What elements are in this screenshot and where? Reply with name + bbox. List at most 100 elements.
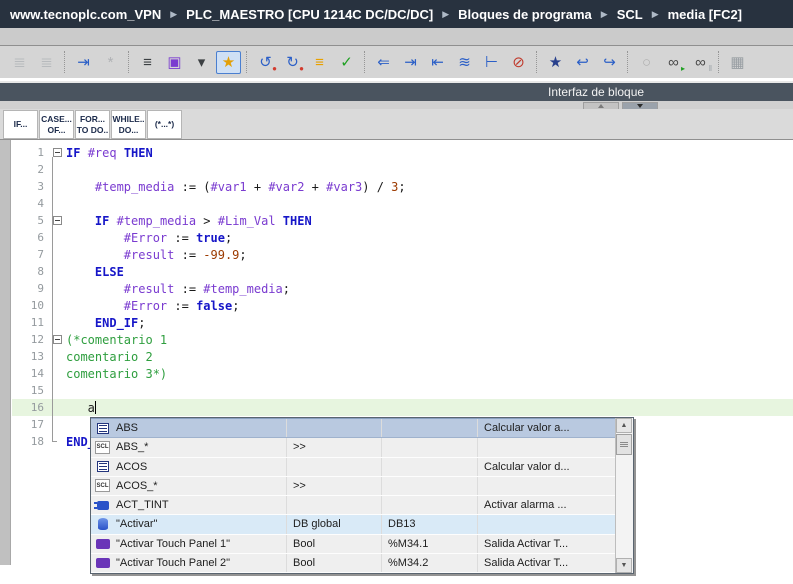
tia-portal-scl-editor-window: www.tecnoplc.com_VPN ▶ PLC_MAESTRO [CPU 12… bbox=[0, 0, 793, 584]
sort-blocks-icon[interactable]: ≡ bbox=[307, 51, 332, 74]
collapse-indent-icon[interactable]: ⇐ bbox=[371, 51, 396, 74]
network-list-icon[interactable]: ≡ bbox=[135, 51, 160, 74]
line-number: 12 bbox=[30, 333, 44, 346]
toolbar-separator bbox=[718, 51, 720, 73]
outdent-icon[interactable]: ⇤ bbox=[425, 51, 450, 74]
block-interface-bar[interactable]: Interfaz de bloque bbox=[0, 81, 793, 101]
ac-entry-comment bbox=[478, 438, 615, 456]
ac-entry-type: Bool bbox=[287, 534, 382, 553]
code-line[interactable]: 2 bbox=[12, 161, 793, 178]
autocomplete-scrollbar[interactable]: ▲ ▼ bbox=[615, 418, 633, 573]
show-marks-icon[interactable]: ⊢ bbox=[479, 51, 504, 74]
autocomplete-row[interactable]: ACT_TINT Activar alarma ... bbox=[91, 496, 615, 516]
autocomplete-row[interactable]: SCL ACOS_* >> bbox=[91, 476, 615, 496]
autocomplete-row[interactable]: "Activar Touch Panel 2" Bool %M34.2 Salida … bbox=[91, 553, 615, 573]
code-line[interactable]: 12 (*comentario 1 bbox=[12, 331, 793, 348]
insert-comment-icon[interactable]: ▾ bbox=[189, 51, 214, 74]
fold-guide-line bbox=[52, 157, 53, 441]
autocomplete-row[interactable]: ACOS Calcular valor d... bbox=[91, 457, 615, 477]
fold-toggle-icon[interactable] bbox=[52, 335, 62, 344]
code-line[interactable]: 15 bbox=[12, 382, 793, 399]
code-line[interactable]: 8 ELSE bbox=[12, 263, 793, 280]
ac-entry-type: >> bbox=[287, 476, 382, 495]
line-number: 3 bbox=[37, 180, 44, 193]
code-line[interactable]: 10 #Error := false; bbox=[12, 297, 793, 314]
ac-entry-type: DB global bbox=[287, 515, 382, 534]
download-to-device-icon[interactable]: ⇥ bbox=[71, 51, 96, 74]
code-line[interactable]: 5 IF #temp_media > #Lim_Val THEN bbox=[12, 212, 793, 229]
autocomplete-popup: ABS Calcular valor a... SCL ABS_* >> ACOS Calc… bbox=[90, 417, 634, 574]
code-line[interactable]: 9 #result := #temp_media; bbox=[12, 280, 793, 297]
autocomplete-row[interactable]: ABS Calcular valor a... bbox=[91, 418, 615, 439]
tab-case-of[interactable]: CASE... OF... bbox=[39, 110, 74, 139]
line-number: 13 bbox=[30, 350, 44, 363]
snippet-tabs: IF... CASE... OF... FOR... TO DO.. WHILE.. … bbox=[0, 109, 793, 140]
redo-icon[interactable]: ↻ ● bbox=[280, 51, 305, 74]
tab-comment[interactable]: (*...*) bbox=[147, 110, 182, 139]
monitoring-on-icon[interactable]: ∞ ▸ bbox=[661, 51, 686, 74]
toolbar: ≣ ≣ ⇥ * ≡ ▣ ▾ ★ ↺ ● ↻ ● ≡ ✓ ⇐ ⇥ ⇤ ≋ ⊢ ⊘ ★ ↩ ↪ ○ ∞ ▸ ∞ ‖ ▦ bbox=[0, 46, 793, 78]
autocomplete-row[interactable]: "Activar Touch Panel 1" Bool %M34.1 Salida … bbox=[91, 534, 615, 554]
toolbar-separator bbox=[246, 51, 248, 73]
fold-toggle-icon[interactable] bbox=[52, 216, 62, 225]
previous-bookmark-icon[interactable]: ↩ bbox=[570, 51, 595, 74]
ac-entry-name: "Activar Touch Panel 1" bbox=[116, 537, 231, 550]
scrollbar-thumb[interactable] bbox=[616, 434, 632, 455]
consistency-check-icon[interactable]: ✓ bbox=[334, 51, 359, 74]
tab-while-do[interactable]: WHILE.. DO... bbox=[111, 110, 146, 139]
set-bookmark-icon[interactable]: ★ bbox=[543, 51, 568, 74]
hide-marks-icon[interactable]: ⊘ bbox=[506, 51, 531, 74]
code-line[interactable]: 4 bbox=[12, 195, 793, 212]
monitoring-off-icon[interactable]: ∞ ‖ bbox=[688, 51, 713, 74]
breadcrumb-arrow-icon: ▶ bbox=[442, 8, 450, 19]
next-bookmark-icon[interactable]: ↪ bbox=[597, 51, 622, 74]
tab-for-to-do[interactable]: FOR... TO DO.. bbox=[75, 110, 110, 139]
ac-entry-address: DB13 bbox=[382, 515, 478, 534]
instruction-icon bbox=[95, 422, 110, 435]
ac-entry-comment: Calcular valor a... bbox=[484, 422, 570, 435]
compile-changes-icon: ≣ bbox=[40, 53, 53, 71]
undo-icon[interactable]: ↺ ● bbox=[253, 51, 278, 74]
code-line[interactable]: 1 IF #req THEN bbox=[12, 144, 793, 161]
ac-entry-type bbox=[287, 457, 382, 476]
code-line[interactable]: 6 #Error := true; bbox=[12, 229, 793, 246]
line-number: 6 bbox=[37, 231, 44, 244]
format-code-icon[interactable]: ≋ bbox=[452, 51, 477, 74]
ac-entry-name: "Activar" bbox=[116, 518, 158, 531]
code-line[interactable]: 13 comentario 2 bbox=[12, 348, 793, 365]
code-line[interactable]: 7 #result := -99.9; bbox=[12, 246, 793, 263]
ac-entry-address bbox=[382, 438, 478, 457]
code-line[interactable]: 16 a bbox=[12, 399, 793, 416]
breadcrumb-item[interactable]: PLC_MAESTRO [CPU 1214C DC/DC/DC] bbox=[186, 7, 433, 22]
scroll-up-button[interactable]: ▲ bbox=[616, 418, 632, 433]
autocomplete-row[interactable]: SCL ABS_* >> bbox=[91, 438, 615, 458]
breadcrumb-item[interactable]: Bloques de programa bbox=[458, 7, 592, 22]
line-number: 7 bbox=[37, 248, 44, 261]
code-line[interactable]: 11 END_IF; bbox=[12, 314, 793, 331]
tab-if[interactable]: IF... bbox=[3, 110, 38, 139]
system-function-icon bbox=[93, 499, 110, 512]
monitor-search-icon: ○ bbox=[641, 53, 652, 71]
breadcrumb-item[interactable]: media [FC2] bbox=[668, 7, 742, 22]
output-tag-icon bbox=[95, 537, 110, 550]
data-block-icon bbox=[95, 518, 110, 531]
autocomplete-row[interactable]: "Activar" DB global DB13 bbox=[91, 515, 615, 535]
breadcrumb-item[interactable]: www.tecnoplc.com_VPN bbox=[10, 7, 161, 22]
toolbar-separator bbox=[128, 51, 130, 73]
ac-entry-name: ACT_TINT bbox=[116, 499, 169, 512]
favorites-icon[interactable]: ★ bbox=[216, 50, 241, 74]
ac-entry-name: ABS bbox=[116, 422, 139, 435]
breadcrumb: www.tecnoplc.com_VPN ▶ PLC_MAESTRO [CPU 12… bbox=[0, 0, 793, 28]
ac-entry-comment bbox=[478, 515, 615, 533]
goto-network-icon[interactable]: ▣ bbox=[162, 51, 187, 74]
breadcrumb-item[interactable]: SCL bbox=[617, 7, 643, 22]
breadcrumb-arrow-icon: ▶ bbox=[651, 8, 659, 19]
scl-code-editor[interactable]: 1 IF #req THEN 2 3 #temp_media := (#var1 + … bbox=[0, 140, 793, 584]
code-line[interactable]: 14 comentario 3*) bbox=[12, 365, 793, 382]
ac-entry-address bbox=[382, 457, 478, 476]
scroll-down-button[interactable]: ▼ bbox=[616, 558, 632, 573]
indent-icon[interactable]: ⇥ bbox=[398, 51, 423, 74]
fold-toggle-icon[interactable] bbox=[52, 148, 62, 157]
code-line[interactable]: 3 #temp_media := (#var1 + #var2 + #var3)… bbox=[12, 178, 793, 195]
autocomplete-list: ABS Calcular valor a... SCL ABS_* >> ACOS Calc… bbox=[91, 418, 615, 573]
